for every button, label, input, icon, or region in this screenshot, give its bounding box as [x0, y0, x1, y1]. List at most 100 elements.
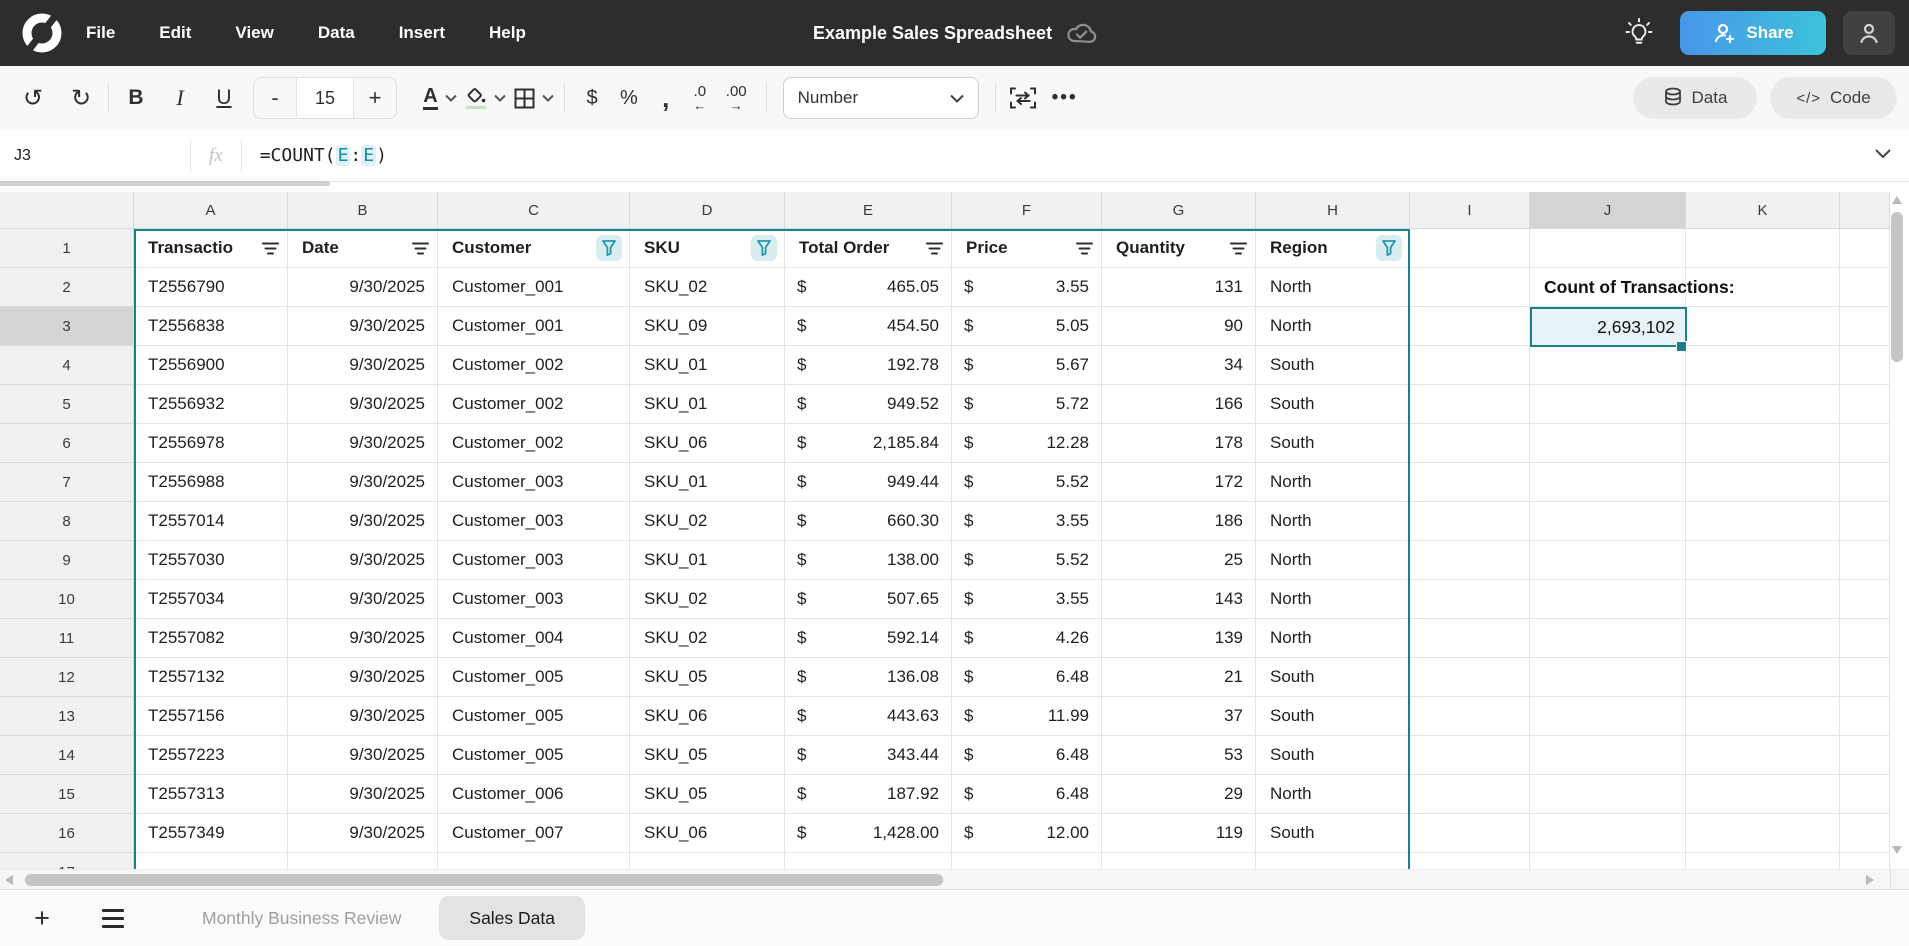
row-number-1[interactable]: 1 [0, 229, 134, 268]
cell[interactable]: 9/30/2025 [288, 346, 438, 385]
cell[interactable]: $465.05 [785, 268, 952, 307]
cell[interactable]: South [1256, 814, 1410, 853]
cell[interactable]: North [1256, 619, 1410, 658]
cell[interactable]: Customer_003 [438, 580, 630, 619]
increase-decimals-button[interactable]: .00 → [717, 78, 756, 118]
table-header-total-order[interactable]: Total Order [785, 229, 952, 268]
cell[interactable]: Customer_002 [438, 424, 630, 463]
tips-lightbulb-icon[interactable] [1622, 16, 1656, 50]
column-letter-F[interactable]: F [952, 192, 1102, 229]
cell[interactable]: 21 [1102, 658, 1256, 697]
document-title[interactable]: Example Sales Spreadsheet [813, 23, 1052, 44]
cell[interactable]: South [1256, 658, 1410, 697]
table-header-price[interactable]: Price [952, 229, 1102, 268]
cell[interactable] [1530, 619, 1686, 658]
cell[interactable]: T2557014 [134, 502, 288, 541]
cell[interactable]: South [1256, 697, 1410, 736]
vertical-scroll-up-arrow[interactable] [1892, 196, 1902, 204]
cell[interactable]: 9/30/2025 [288, 463, 438, 502]
column-letter-I[interactable]: I [1410, 192, 1530, 229]
cell[interactable]: T2557156 [134, 697, 288, 736]
cell[interactable] [1840, 268, 1890, 307]
cell[interactable]: SKU_01 [630, 463, 785, 502]
cell[interactable] [1840, 853, 1890, 869]
cell[interactable]: SKU_05 [630, 736, 785, 775]
column-letter-E[interactable]: E [785, 192, 952, 229]
cell[interactable]: $192.78 [785, 346, 952, 385]
cell[interactable]: 178 [1102, 424, 1256, 463]
cell[interactable] [1410, 736, 1530, 775]
cell[interactable] [785, 853, 952, 869]
chevron-down-icon[interactable] [542, 94, 554, 102]
cell[interactable]: 29 [1102, 775, 1256, 814]
cell[interactable]: Customer_001 [438, 307, 630, 346]
cell[interactable] [1840, 658, 1890, 697]
cell[interactable]: $187.92 [785, 775, 952, 814]
column-letter-G[interactable]: G [1102, 192, 1256, 229]
cell[interactable]: T2557132 [134, 658, 288, 697]
row-number-10[interactable]: 10 [0, 580, 134, 619]
cell[interactable]: 172 [1102, 463, 1256, 502]
cell[interactable]: 34 [1102, 346, 1256, 385]
bold-button[interactable]: B [119, 78, 153, 118]
row-number-12[interactable]: 12 [0, 658, 134, 697]
cell[interactable]: $660.30 [785, 502, 952, 541]
cell[interactable]: SKU_05 [630, 658, 785, 697]
cell[interactable]: $6.48 [952, 658, 1102, 697]
vertical-scroll-down-arrow[interactable] [1892, 846, 1902, 854]
cell[interactable]: North [1256, 580, 1410, 619]
cell[interactable]: T2557030 [134, 541, 288, 580]
filter-menu-icon[interactable] [924, 238, 944, 258]
cell[interactable] [1410, 814, 1530, 853]
cell[interactable] [1256, 853, 1410, 869]
cell[interactable]: $6.48 [952, 775, 1102, 814]
menu-edit[interactable]: Edit [159, 23, 191, 43]
table-header-quantity[interactable]: Quantity [1102, 229, 1256, 268]
cell[interactable] [1410, 502, 1530, 541]
cell[interactable]: 9/30/2025 [288, 775, 438, 814]
menu-help[interactable]: Help [489, 23, 526, 43]
row-number-6[interactable]: 6 [0, 424, 134, 463]
cell[interactable]: North [1256, 541, 1410, 580]
cell[interactable] [1530, 541, 1686, 580]
horizontal-scroll-track[interactable] [0, 869, 1909, 889]
cell[interactable]: SKU_01 [630, 346, 785, 385]
cell[interactable] [1840, 775, 1890, 814]
cell[interactable]: $5.67 [952, 346, 1102, 385]
row-number-15[interactable]: 15 [0, 775, 134, 814]
cell[interactable]: 166 [1102, 385, 1256, 424]
column-letter-H[interactable]: H [1256, 192, 1410, 229]
cell[interactable] [1686, 385, 1840, 424]
cell[interactable]: 9/30/2025 [288, 424, 438, 463]
cell[interactable]: 143 [1102, 580, 1256, 619]
font-size-increase-button[interactable]: + [354, 85, 396, 111]
code-panel-button[interactable]: </> Code [1770, 77, 1897, 119]
app-logo-icon[interactable] [22, 13, 62, 53]
column-letter-B[interactable]: B [288, 192, 438, 229]
cell[interactable] [1686, 463, 1840, 502]
cell[interactable]: SKU_01 [630, 541, 785, 580]
row-number-8[interactable]: 8 [0, 502, 134, 541]
cell[interactable]: Customer_002 [438, 346, 630, 385]
cell[interactable] [1840, 580, 1890, 619]
cell[interactable]: SKU_01 [630, 385, 785, 424]
borders-button[interactable] [514, 78, 554, 118]
cell[interactable] [1686, 541, 1840, 580]
cell[interactable]: 186 [1102, 502, 1256, 541]
cell[interactable] [1840, 697, 1890, 736]
formula-bar-expand-chevron[interactable] [1875, 148, 1891, 158]
sheet-list-menu-button[interactable] [102, 909, 124, 928]
cell[interactable]: Customer_007 [438, 814, 630, 853]
cell[interactable] [1840, 385, 1890, 424]
cell[interactable]: T2557082 [134, 619, 288, 658]
cell[interactable]: North [1256, 307, 1410, 346]
horizontal-scroll-right-arrow[interactable] [1866, 875, 1874, 885]
menu-view[interactable]: View [235, 23, 273, 43]
row-number-4[interactable]: 4 [0, 346, 134, 385]
cell[interactable]: Customer_004 [438, 619, 630, 658]
cell[interactable] [1530, 736, 1686, 775]
cell[interactable]: Customer_005 [438, 658, 630, 697]
share-button[interactable]: Share [1680, 11, 1826, 55]
cell[interactable]: T2556988 [134, 463, 288, 502]
formula-input[interactable]: =COUNT(E:E) [242, 145, 387, 166]
